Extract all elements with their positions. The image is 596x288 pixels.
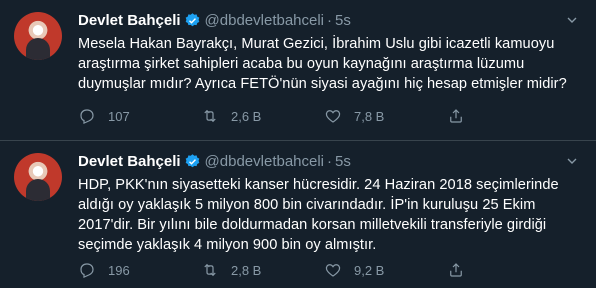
action-bar: 107 2,6 B 7,8 B bbox=[78, 107, 477, 125]
tweet[interactable]: Devlet Bahçeli @dbdevletbahceli · 5s Mes… bbox=[0, 0, 596, 141]
like-icon bbox=[325, 264, 341, 277]
tweet-feed: Devlet Bahçeli @dbdevletbahceli · 5s Mes… bbox=[0, 0, 596, 288]
verified-icon bbox=[185, 153, 199, 167]
avatar[interactable] bbox=[14, 153, 62, 201]
tweet-header: Devlet Bahçeli @dbdevletbahceli · 5s bbox=[78, 151, 580, 171]
verified-icon bbox=[185, 12, 199, 26]
author-name[interactable]: Devlet Bahçeli bbox=[78, 153, 181, 170]
like-button[interactable]: 7,8 B bbox=[324, 107, 447, 125]
reply-count: 196 bbox=[108, 262, 130, 278]
author-name[interactable]: Devlet Bahçeli bbox=[78, 12, 181, 29]
retweet-button[interactable]: 2,6 B bbox=[201, 107, 324, 125]
timestamp[interactable]: 5s bbox=[335, 153, 351, 170]
avatar[interactable] bbox=[14, 12, 62, 60]
reply-icon bbox=[80, 109, 94, 125]
action-bar: 196 2,8 B 9,2 B bbox=[78, 261, 477, 279]
tweet-content: Devlet Bahçeli @dbdevletbahceli · 5s Mes… bbox=[78, 10, 580, 94]
retweet-icon bbox=[204, 109, 216, 123]
tweet-content: Devlet Bahçeli @dbdevletbahceli · 5s HDP… bbox=[78, 151, 580, 255]
author-handle[interactable]: @dbdevletbahceli bbox=[205, 153, 324, 170]
timestamp[interactable]: 5s bbox=[335, 12, 351, 29]
like-count: 9,2 B bbox=[354, 262, 385, 278]
caret-down-icon[interactable] bbox=[564, 12, 580, 28]
reply-icon bbox=[80, 263, 94, 279]
retweet-count: 2,8 B bbox=[231, 262, 262, 278]
share-button[interactable] bbox=[447, 261, 477, 279]
reply-button[interactable]: 196 bbox=[78, 261, 201, 279]
like-icon bbox=[325, 110, 341, 123]
share-icon bbox=[450, 263, 462, 277]
like-count: 7,8 B bbox=[354, 108, 385, 124]
like-button[interactable]: 9,2 B bbox=[324, 261, 447, 279]
retweet-button[interactable]: 2,8 B bbox=[201, 261, 324, 279]
share-icon bbox=[450, 109, 462, 123]
tweet-header: Devlet Bahçeli @dbdevletbahceli · 5s bbox=[78, 10, 580, 30]
reply-button[interactable]: 107 bbox=[78, 107, 201, 125]
separator-dot: · bbox=[327, 152, 333, 170]
caret-down-icon[interactable] bbox=[564, 153, 580, 169]
retweet-icon bbox=[204, 263, 216, 277]
tweet-text: HDP, PKK'nın siyasetteki kanser hücresid… bbox=[78, 177, 559, 253]
separator-dot: · bbox=[327, 11, 333, 29]
retweet-count: 2,6 B bbox=[231, 108, 262, 124]
reply-count: 107 bbox=[108, 108, 130, 124]
author-handle[interactable]: @dbdevletbahceli bbox=[205, 12, 324, 29]
share-button[interactable] bbox=[447, 107, 477, 125]
tweet-text: Mesela Hakan Bayrakçı, Murat Gezici, İbr… bbox=[78, 36, 567, 92]
